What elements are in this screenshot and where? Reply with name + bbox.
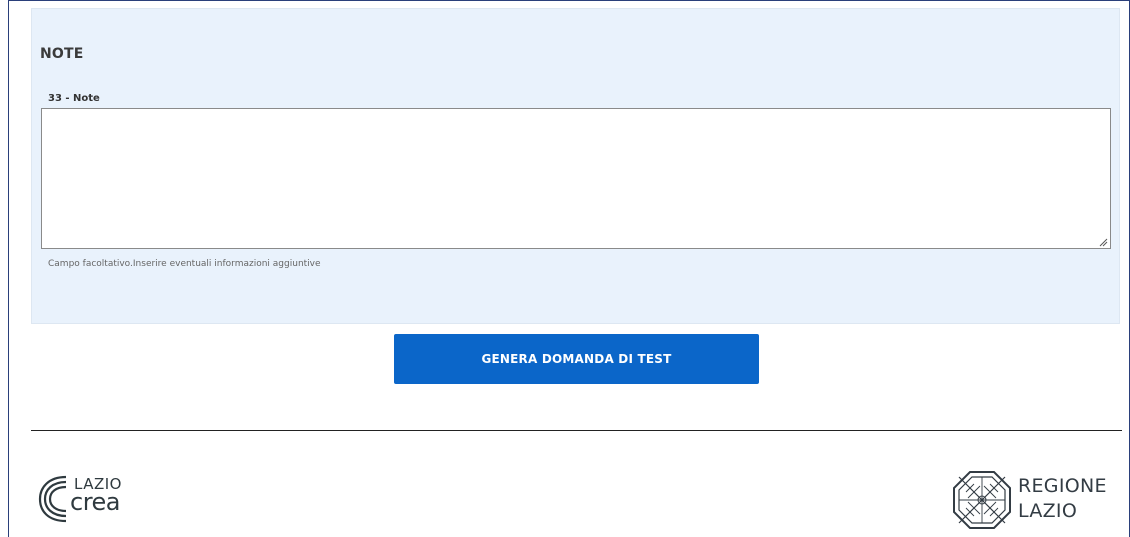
- generate-test-application-button[interactable]: GENERA DOMANDA DI TEST: [394, 334, 759, 384]
- section-title: NOTE: [40, 46, 84, 62]
- resize-grip-icon[interactable]: [1098, 237, 1108, 247]
- note-help-text: Campo facoltativo.Inserire eventuali inf…: [48, 259, 321, 269]
- lazio-crea-logo[interactable]: LAZIO crea: [38, 473, 148, 525]
- note-field-label: 33 - Note: [48, 93, 100, 104]
- lazio-crea-logo-bottom-text: crea: [70, 488, 121, 516]
- regione-lazio-crest-icon: [953, 471, 1011, 529]
- note-textarea[interactable]: [41, 108, 1111, 249]
- regione-lazio-logo-text: REGIONE LAZIO: [1018, 474, 1107, 524]
- lazio-crea-logo-icon: [38, 475, 67, 523]
- regione-lazio-line1: REGIONE: [1018, 475, 1107, 497]
- regione-lazio-line2: LAZIO: [1018, 500, 1078, 522]
- regione-lazio-logo[interactable]: REGIONE LAZIO: [952, 470, 1122, 530]
- footer-divider: [31, 430, 1122, 431]
